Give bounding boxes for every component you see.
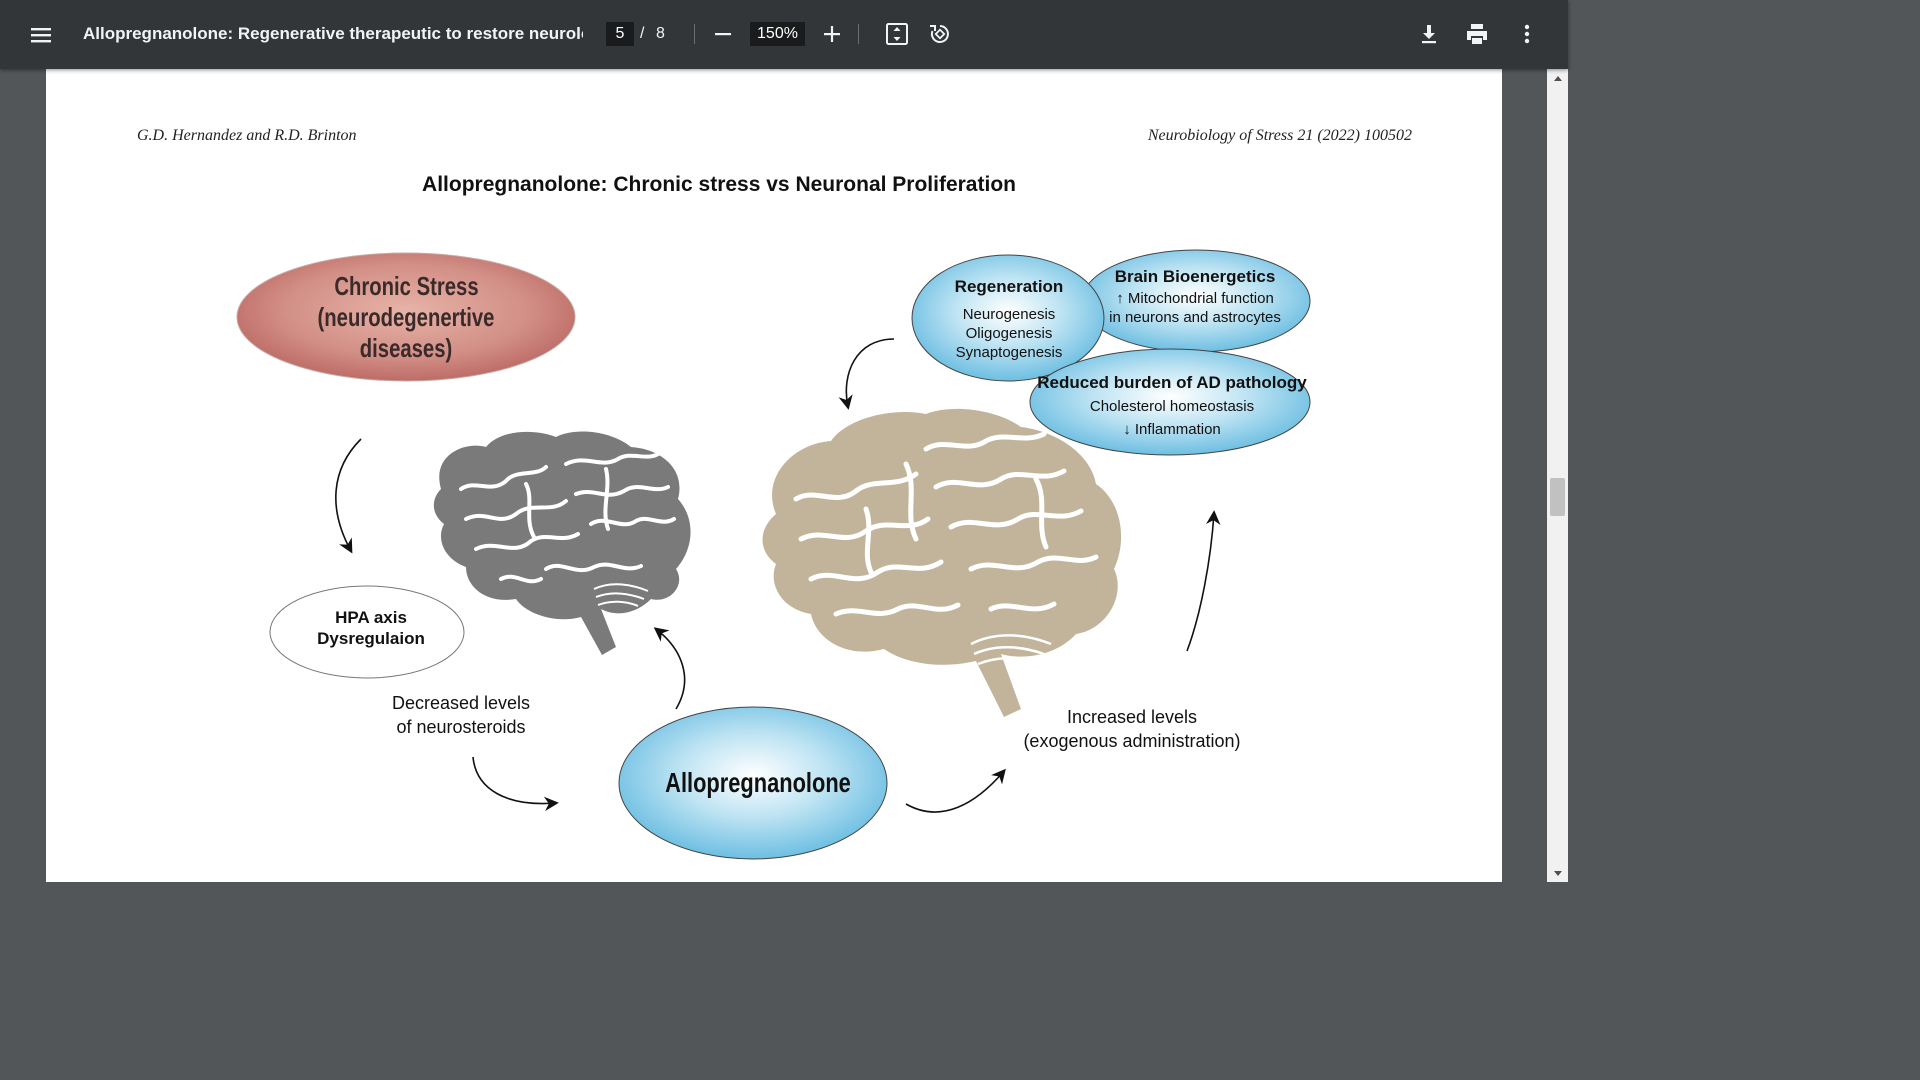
scroll-down-button[interactable] bbox=[1551, 866, 1565, 878]
rotate-button[interactable] bbox=[927, 21, 953, 47]
download-icon bbox=[1422, 25, 1436, 44]
bioenergetics-title: Brain Bioenergetics bbox=[1114, 267, 1276, 286]
print-icon bbox=[1467, 24, 1487, 44]
page-number-input[interactable]: 5 bbox=[606, 22, 634, 46]
regeneration-item: Oligogenesis bbox=[965, 325, 1053, 342]
zoom-in-button[interactable] bbox=[819, 20, 845, 48]
arrow-stress-to-hpa bbox=[335, 438, 362, 554]
toolbar-divider bbox=[858, 24, 859, 44]
figure-illustration bbox=[236, 249, 1311, 860]
down-arrow-icon: ↓ bbox=[1123, 421, 1131, 438]
minus-icon bbox=[715, 33, 731, 36]
arrow-allo-to-increased bbox=[905, 768, 1006, 813]
scroll-down-arrow-icon bbox=[1554, 871, 1562, 876]
arrow-to-right-brain bbox=[838, 338, 895, 410]
hamburger-menu-icon bbox=[31, 28, 51, 43]
zoom-level-input[interactable]: 150% bbox=[750, 22, 805, 46]
ad-title: Reduced burden of AD pathology bbox=[1037, 373, 1307, 392]
ad-pathology-label: Reduced burden of AD pathology Cholester… bbox=[1032, 371, 1312, 441]
regeneration-label: Regeneration Neurogenesis Oligogenesis S… bbox=[934, 275, 1084, 362]
ad-line: Cholesterol homeostasis bbox=[1089, 398, 1255, 415]
more-vertical-icon bbox=[1524, 24, 1530, 44]
print-button[interactable] bbox=[1464, 21, 1490, 47]
scrollbar-thumb[interactable] bbox=[1550, 478, 1565, 516]
page-total: 8 bbox=[656, 25, 665, 42]
fit-to-page-button[interactable] bbox=[884, 21, 910, 47]
chronic-stress-label: Chronic Stress (neurodegenertive disease… bbox=[317, 271, 495, 363]
arrow-increased-up bbox=[1186, 510, 1221, 652]
bioenergetics-line: Mitochondrial function bbox=[1127, 290, 1274, 307]
hpa-axis-label: HPA axis Dysregulaion bbox=[317, 608, 425, 648]
page-separator: / bbox=[640, 25, 645, 42]
scroll-up-button[interactable] bbox=[1551, 72, 1565, 84]
scroll-up-arrow-icon bbox=[1554, 76, 1562, 81]
right-brain-illustration bbox=[762, 408, 1122, 717]
allopregnanolone-label: Allopregnanolone bbox=[665, 767, 851, 798]
more-options-button[interactable] bbox=[1514, 21, 1540, 47]
document-title: Allopregnanolone: Regenerative therapeut… bbox=[83, 24, 583, 43]
decreased-levels-label: Decreased levels of neurosteroids bbox=[391, 693, 531, 737]
increased-levels-label: Increased levels (exogenous administrati… bbox=[1023, 707, 1241, 751]
rotate-counterclockwise-icon bbox=[930, 25, 949, 43]
vertical-scrollbar[interactable] bbox=[1547, 69, 1568, 882]
ad-line: Inflammation bbox=[1134, 421, 1221, 438]
download-button[interactable] bbox=[1416, 21, 1442, 47]
pdf-toolbar: Allopregnanolone: Regenerative therapeut… bbox=[0, 0, 1568, 69]
regeneration-title: Regeneration bbox=[954, 277, 1064, 296]
regeneration-item: Synaptogenesis bbox=[955, 344, 1063, 361]
menu-button[interactable] bbox=[28, 22, 54, 48]
brain-bioenergetics-label: Brain Bioenergetics ↑ Mitochondrial func… bbox=[1100, 265, 1290, 327]
zoom-out-button[interactable] bbox=[710, 20, 736, 48]
bioenergetics-line: in neurons and astrocytes bbox=[1109, 309, 1281, 326]
regeneration-item: Neurogenesis bbox=[962, 306, 1056, 323]
toolbar-divider bbox=[694, 24, 695, 44]
plus-icon bbox=[824, 26, 840, 42]
arrow-to-allopregnanolone bbox=[472, 756, 559, 812]
arrow-allo-to-left-brain bbox=[653, 627, 686, 710]
pdf-page: G.D. Hernandez and R.D. Brinton Neurobio… bbox=[46, 69, 1502, 882]
left-brain-illustration bbox=[433, 431, 691, 655]
fit-to-page-icon bbox=[886, 23, 908, 45]
up-arrow-icon: ↑ bbox=[1116, 290, 1124, 307]
